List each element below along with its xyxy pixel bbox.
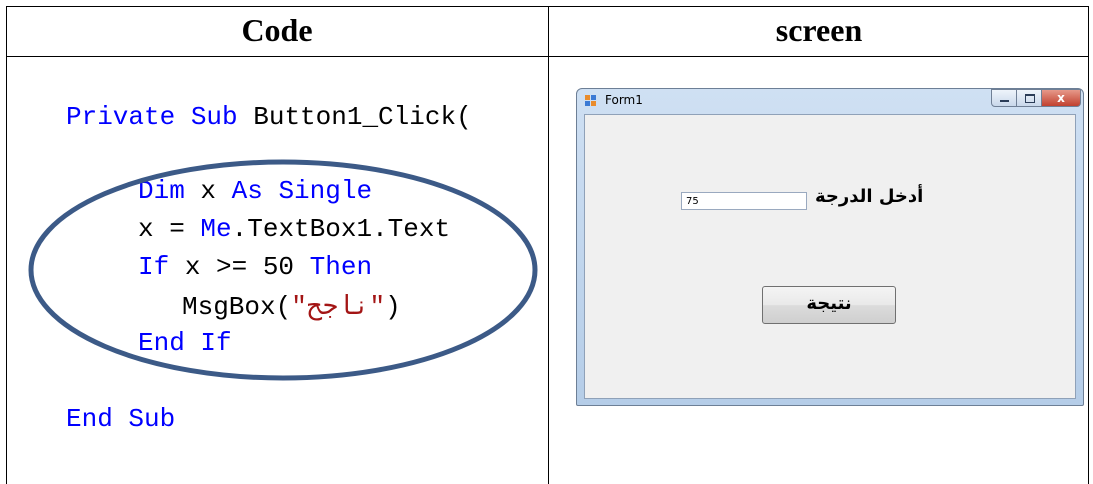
minimize-button[interactable] bbox=[991, 89, 1017, 107]
highlight-ellipse bbox=[28, 159, 538, 381]
grade-label: أدخل الدرجة bbox=[815, 186, 924, 207]
title-bar[interactable]: Form1 x bbox=[577, 89, 1083, 113]
close-icon: x bbox=[1057, 91, 1065, 105]
header-screen: screen bbox=[775, 12, 863, 48]
form-window: Form1 x 75 أدخل الدرجة نتيجة bbox=[576, 88, 1084, 406]
result-button[interactable]: نتيجة bbox=[762, 286, 896, 324]
table-column-divider bbox=[548, 6, 549, 484]
code-panel: Private Sub Button1_Click( Dim x As Sing… bbox=[0, 0, 548, 484]
form-app-icon bbox=[585, 95, 597, 107]
window-title: Form1 bbox=[605, 93, 643, 107]
close-button[interactable]: x bbox=[1041, 89, 1081, 107]
form-client-area: 75 أدخل الدرجة نتيجة bbox=[584, 114, 1076, 399]
grade-input[interactable]: 75 bbox=[681, 192, 807, 210]
maximize-button[interactable] bbox=[1016, 89, 1042, 107]
